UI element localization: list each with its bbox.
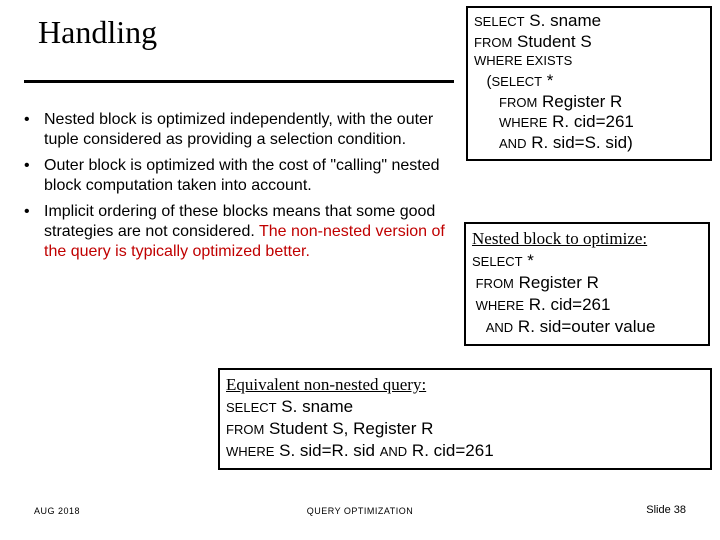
code-line: AND R. sid=outer value	[472, 316, 702, 338]
code-line: SELECT S. sname	[226, 396, 704, 418]
sql-text: R. cid=261	[547, 112, 633, 131]
sql-keyword: AND	[472, 320, 513, 335]
sql-text: R. cid=261	[407, 441, 493, 460]
sql-keyword: WHERE EXISTS	[474, 53, 572, 68]
code-line: SELECT S. sname	[474, 11, 704, 32]
sql-text: R. sid=outer value	[513, 317, 655, 336]
bullet-icon: •	[24, 202, 44, 262]
sql-text: Register R	[514, 273, 599, 292]
sql-keyword: WHERE	[499, 115, 547, 130]
sql-keyword: FROM	[499, 95, 537, 110]
sql-text: Register R	[537, 92, 622, 111]
sql-text: Student S, Register R	[264, 419, 433, 438]
sql-keyword: FROM	[472, 276, 514, 291]
sql-text: R. cid=261	[524, 295, 610, 314]
code-line: FROM Student S, Register R	[226, 418, 704, 440]
box-heading: Equivalent non-nested query:	[226, 374, 704, 396]
sql-text: R. sid=S. sid)	[526, 133, 632, 152]
bullet-text: Nested block is optimized independently,…	[44, 110, 454, 150]
bullet-icon: •	[24, 156, 44, 196]
footer-title: QUERY OPTIMIZATION	[0, 506, 720, 516]
code-line: WHERE R. cid=261	[472, 294, 702, 316]
sql-keyword: SELECT	[472, 254, 523, 269]
nested-block-box: Nested block to optimize: SELECT * FROM …	[464, 222, 710, 346]
sql-keyword: SELECT	[492, 74, 543, 89]
sql-indent	[474, 135, 499, 152]
list-item: • Nested block is optimized independentl…	[24, 110, 454, 150]
sql-text: S. sname	[525, 11, 602, 30]
sql-keyword: AND	[380, 444, 407, 459]
sql-keyword: SELECT	[226, 400, 277, 415]
code-line: WHERE R. cid=261	[474, 112, 704, 133]
code-line: WHERE S. sid=R. sid AND R. cid=261	[226, 440, 704, 462]
sql-keyword: WHERE	[472, 298, 524, 313]
code-line: SELECT *	[472, 250, 702, 272]
box-heading: Nested block to optimize:	[472, 228, 702, 250]
bullet-text: Implicit ordering of these blocks means …	[44, 202, 454, 262]
sql-keyword: SELECT	[474, 14, 525, 29]
sql-keyword: FROM	[474, 35, 512, 50]
sql-text: S. sname	[277, 397, 354, 416]
bullet-icon: •	[24, 110, 44, 150]
bullet-text: Outer block is optimized with the cost o…	[44, 156, 454, 196]
code-line: FROM Register R	[474, 92, 704, 113]
code-line: (SELECT *	[474, 71, 704, 92]
title-underline	[24, 80, 454, 83]
sql-keyword: AND	[499, 136, 526, 151]
sql-query-box: SELECT S. sname FROM Student S WHERE EXI…	[466, 6, 712, 161]
list-item: • Implicit ordering of these blocks mean…	[24, 202, 454, 262]
code-line: WHERE EXISTS	[474, 52, 704, 70]
list-item: • Outer block is optimized with the cost…	[24, 156, 454, 196]
sql-text: S. sid=R. sid	[274, 441, 379, 460]
code-line: FROM Student S	[474, 32, 704, 53]
sql-indent: (	[474, 73, 492, 90]
equivalent-query-box: Equivalent non-nested query: SELECT S. s…	[218, 368, 712, 470]
slide: Handling • Nested block is optimized ind…	[0, 0, 720, 540]
code-line: AND R. sid=S. sid)	[474, 133, 704, 154]
sql-indent	[474, 114, 499, 131]
sql-text: Student S	[512, 32, 591, 51]
sql-text: *	[523, 251, 534, 270]
sql-text: *	[542, 71, 553, 90]
sql-keyword: WHERE	[226, 444, 274, 459]
slide-number: Slide 38	[646, 504, 686, 516]
sql-indent	[474, 94, 499, 111]
code-line: FROM Register R	[472, 272, 702, 294]
page-title: Handling	[38, 14, 157, 51]
sql-keyword: FROM	[226, 422, 264, 437]
bullet-list: • Nested block is optimized independentl…	[24, 110, 454, 268]
